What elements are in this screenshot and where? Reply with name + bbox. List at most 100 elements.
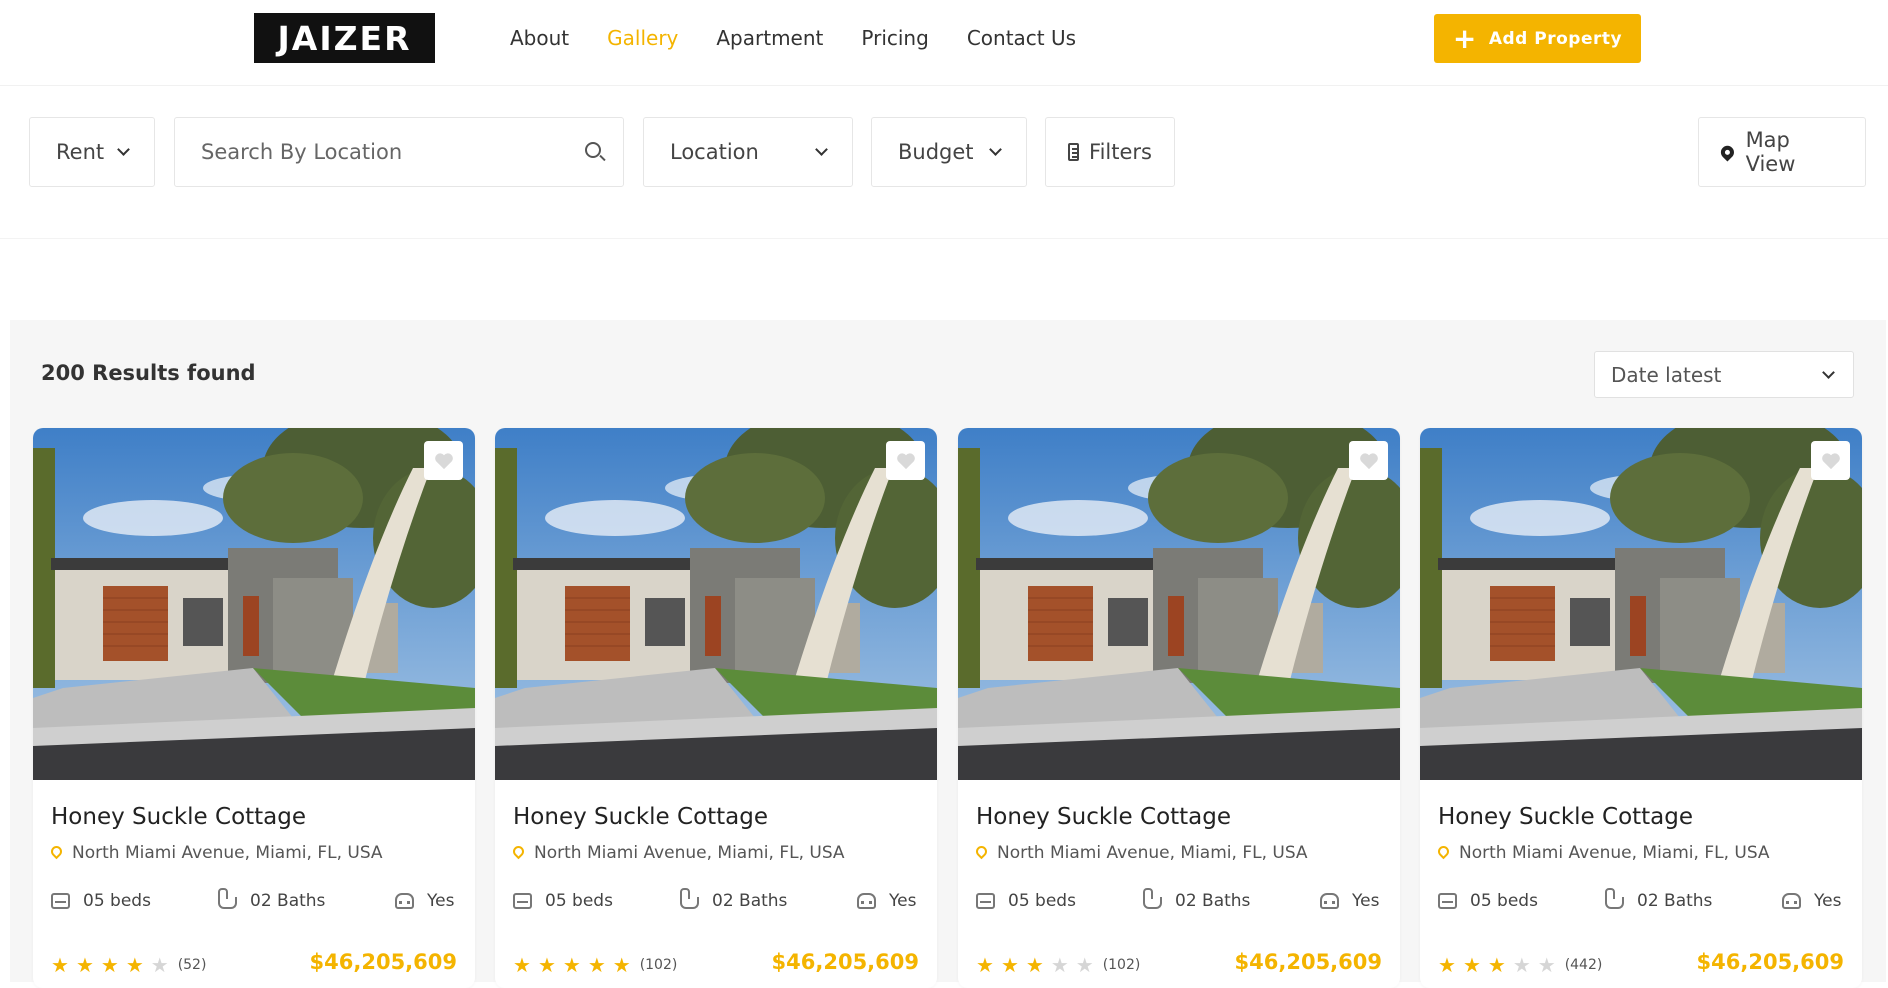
favorite-button[interactable]: [424, 441, 463, 480]
property-card[interactable]: Honey Suckle Cottage North Miami Avenue,…: [1420, 428, 1862, 988]
add-property-button[interactable]: + Add Property: [1434, 14, 1641, 63]
baths-text: 02 Baths: [712, 891, 788, 911]
parking-text: Yes: [889, 891, 917, 911]
plus-icon: +: [1452, 21, 1477, 55]
star-icon: ★: [587, 953, 606, 977]
property-card[interactable]: Honey Suckle Cottage North Miami Avenue,…: [958, 428, 1400, 988]
filters-label: Filters: [1089, 140, 1152, 164]
chevron-down-icon: [815, 143, 828, 156]
car-icon: [1320, 893, 1339, 909]
property-location-text: North Miami Avenue, Miami, FL, USA: [1459, 843, 1770, 863]
star-icon: ★: [75, 953, 94, 977]
property-price: $46,205,609: [771, 950, 919, 974]
search-icon[interactable]: [585, 142, 606, 162]
review-count: (102): [639, 957, 678, 973]
property-location-text: North Miami Avenue, Miami, FL, USA: [72, 843, 383, 863]
star-icon: ★: [1075, 953, 1094, 977]
parking-text: Yes: [1814, 891, 1842, 911]
heart-icon: [434, 452, 454, 470]
property-card[interactable]: Honey Suckle Cottage North Miami Avenue,…: [33, 428, 475, 988]
nav-pricing[interactable]: Pricing: [861, 25, 928, 51]
star-icon: ★: [1050, 953, 1069, 977]
star-icon: ★: [1512, 953, 1531, 977]
location-pin-icon: [510, 843, 527, 860]
location-pin-icon: [48, 843, 65, 860]
baths-text: 02 Baths: [250, 891, 326, 911]
property-image[interactable]: [1420, 428, 1862, 780]
property-title[interactable]: Honey Suckle Cottage: [513, 804, 768, 830]
bed-icon: [976, 893, 995, 909]
filters-button[interactable]: Filters: [1045, 117, 1175, 187]
star-icon: ★: [150, 953, 169, 977]
property-title[interactable]: Honey Suckle Cottage: [976, 804, 1231, 830]
location-dropdown[interactable]: Location: [643, 117, 853, 187]
beds-text: 05 beds: [83, 891, 151, 911]
parking-feature: Yes: [1320, 891, 1379, 911]
beds-feature: 05 beds: [1438, 891, 1538, 911]
review-count: (52): [177, 957, 207, 973]
property-card[interactable]: Honey Suckle Cottage North Miami Avenue,…: [495, 428, 937, 988]
property-price: $46,205,609: [1234, 950, 1382, 974]
property-location-text: North Miami Avenue, Miami, FL, USA: [534, 843, 845, 863]
property-image[interactable]: [33, 428, 475, 780]
chevron-down-icon: [989, 143, 1002, 156]
property-image[interactable]: [958, 428, 1400, 780]
nav-gallery[interactable]: Gallery: [607, 25, 678, 51]
nav-about[interactable]: About: [510, 25, 569, 51]
property-price: $46,205,609: [309, 950, 457, 974]
budget-dropdown[interactable]: Budget: [871, 117, 1027, 187]
site-logo[interactable]: JAIZER: [254, 13, 435, 63]
bed-icon: [1438, 893, 1457, 909]
location-pin-icon: [1435, 843, 1452, 860]
star-icon: ★: [976, 953, 994, 977]
beds-feature: 05 beds: [976, 891, 1076, 911]
favorite-button[interactable]: [886, 441, 925, 480]
filter-list-icon: [1068, 143, 1080, 161]
star-icon: ★: [562, 953, 581, 977]
rent-dropdown[interactable]: Rent: [29, 117, 155, 187]
top-header: JAIZER About Gallery Apartment Pricing C…: [0, 0, 1888, 86]
budget-dropdown-label: Budget: [898, 140, 974, 164]
star-icon: ★: [1025, 953, 1044, 977]
star-icon: ★: [1487, 953, 1506, 977]
favorite-button[interactable]: [1811, 441, 1850, 480]
review-count: (102): [1102, 957, 1141, 973]
nav-contact-us[interactable]: Contact Us: [967, 25, 1076, 51]
search-box: [174, 117, 624, 187]
rating-stars: ★ ★ ★ ★ ★ (102): [976, 955, 1140, 975]
favorite-button[interactable]: [1349, 441, 1388, 480]
baths-feature: 02 Baths: [1605, 888, 1713, 911]
section-divider: [0, 238, 1888, 239]
sort-dropdown[interactable]: Date latest: [1594, 351, 1854, 398]
add-property-label: Add Property: [1488, 28, 1623, 49]
sort-dropdown-label: Date latest: [1611, 362, 1722, 387]
map-view-label: Map View: [1745, 128, 1796, 176]
map-view-button[interactable]: Map View: [1698, 117, 1866, 187]
search-input[interactable]: [201, 140, 571, 164]
baths-text: 02 Baths: [1637, 891, 1713, 911]
location-pin-icon: [973, 843, 990, 860]
property-title[interactable]: Honey Suckle Cottage: [51, 804, 306, 830]
baths-feature: 02 Baths: [680, 888, 788, 911]
results-count: 200 Results found: [41, 361, 256, 385]
property-location-text: North Miami Avenue, Miami, FL, USA: [997, 843, 1308, 863]
property-price: $46,205,609: [1696, 950, 1844, 974]
bathtub-icon: [1605, 888, 1624, 909]
bed-icon: [51, 893, 70, 909]
star-icon: ★: [1438, 953, 1456, 977]
property-location: North Miami Avenue, Miami, FL, USA: [1435, 843, 1770, 863]
star-icon: ★: [612, 953, 631, 977]
location-dropdown-label: Location: [670, 140, 759, 164]
review-count: (442): [1564, 957, 1603, 973]
property-image[interactable]: [495, 428, 937, 780]
star-icon: ★: [537, 953, 556, 977]
rating-stars: ★ ★ ★ ★ ★ (52): [51, 955, 206, 975]
car-icon: [1782, 893, 1801, 909]
property-title[interactable]: Honey Suckle Cottage: [1438, 804, 1693, 830]
beds-feature: 05 beds: [513, 891, 613, 911]
parking-feature: Yes: [1782, 891, 1841, 911]
property-location: North Miami Avenue, Miami, FL, USA: [973, 843, 1308, 863]
nav-apartment[interactable]: Apartment: [716, 25, 823, 51]
map-pin-icon: [1718, 142, 1737, 162]
baths-feature: 02 Baths: [218, 888, 326, 911]
